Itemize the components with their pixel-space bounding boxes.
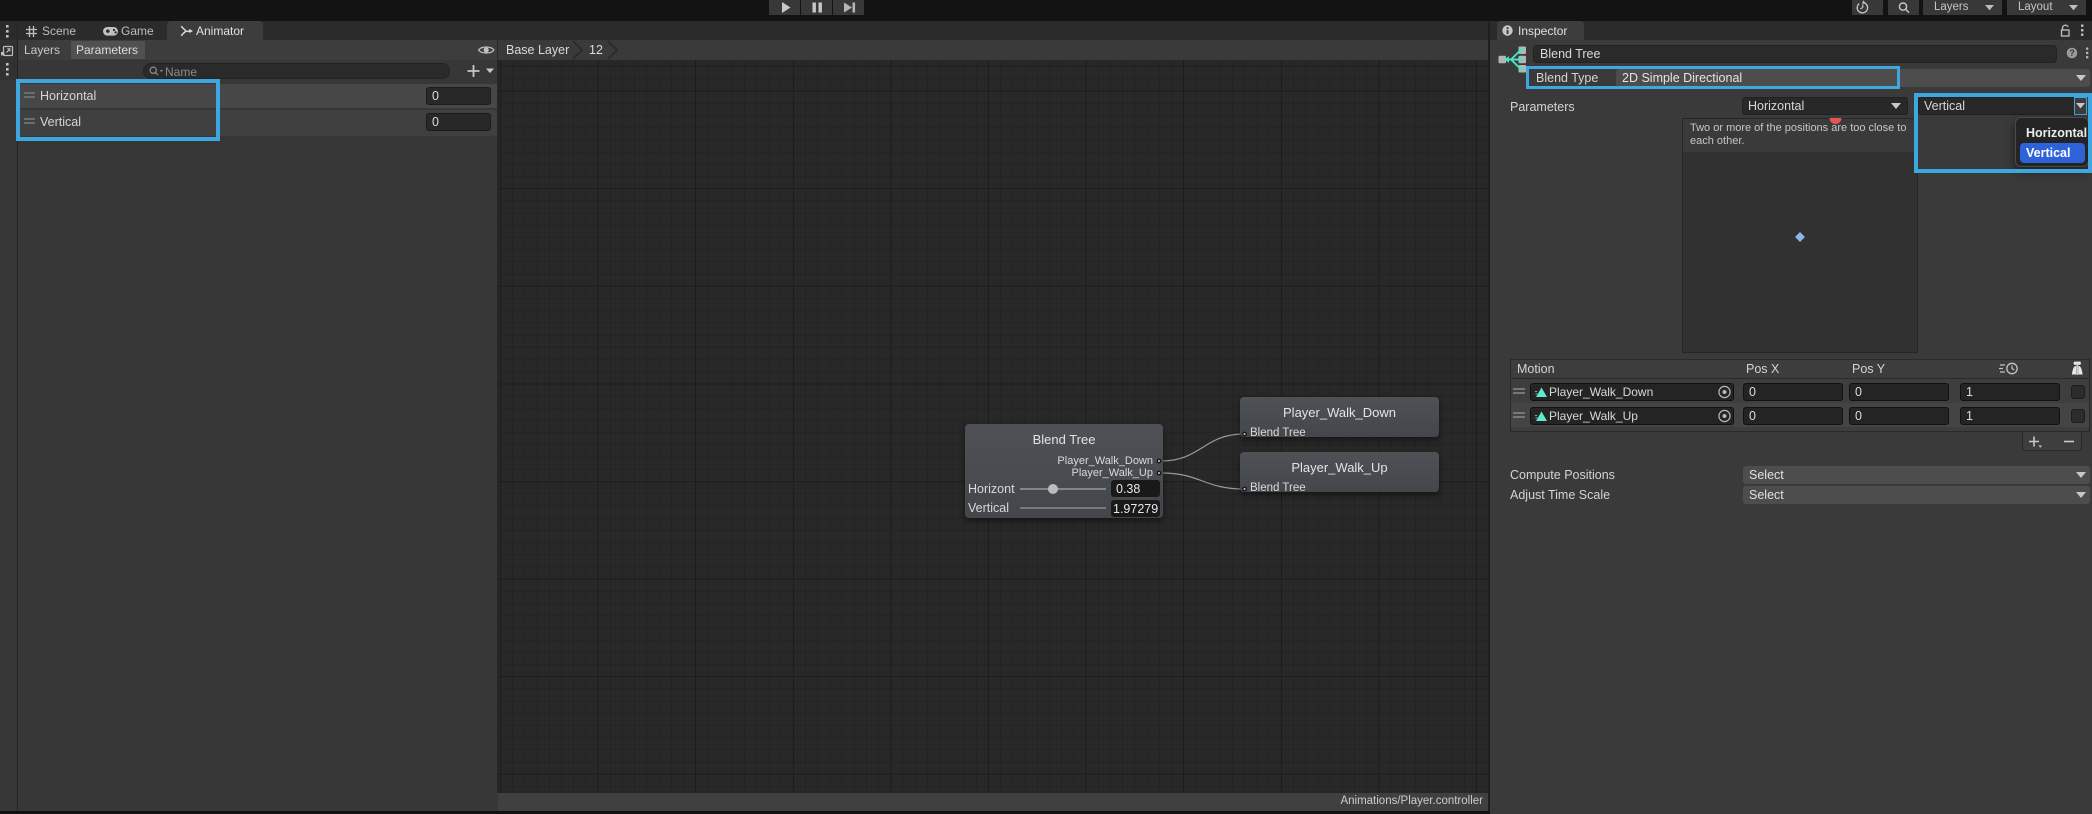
svg-text:?: ? xyxy=(2069,48,2075,58)
